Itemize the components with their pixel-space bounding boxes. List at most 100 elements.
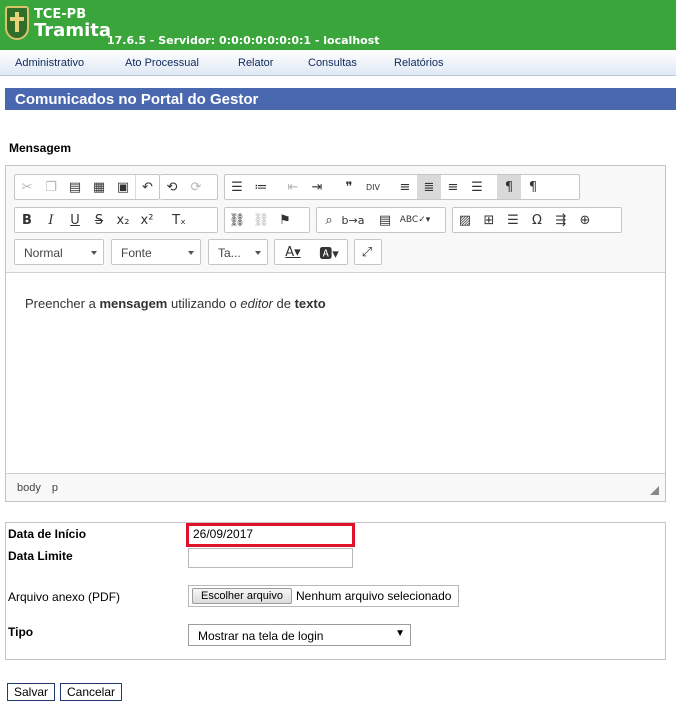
links-group: ⛓ ⛓ ⚑ bbox=[224, 207, 310, 233]
div-icon[interactable]: DIV bbox=[361, 175, 385, 199]
paste-icon[interactable]: ▤ bbox=[63, 175, 87, 199]
editing-group: ⌕ b→a ▤ ABC✓▾ bbox=[316, 207, 446, 233]
content-italic-1: editor bbox=[240, 296, 273, 311]
image-icon[interactable]: ▨ bbox=[453, 208, 477, 232]
redo-icon[interactable]: ⟳ bbox=[184, 175, 208, 199]
chevron-down-icon bbox=[91, 251, 97, 255]
start-date-label: Data de Início bbox=[8, 527, 87, 541]
main-menu: Administrativo Ato Processual Relator Co… bbox=[0, 50, 676, 76]
subscript-icon[interactable]: x₂ bbox=[111, 208, 135, 232]
menu-item-consultas[interactable]: Consultas bbox=[308, 57, 357, 69]
superscript-icon[interactable]: x² bbox=[135, 208, 159, 232]
path-item-body[interactable]: body bbox=[17, 482, 41, 494]
format-select-value: Normal bbox=[24, 246, 63, 260]
menu-item-relator[interactable]: Relator bbox=[238, 57, 273, 69]
rich-text-editor: ✂ ❐ ▤ ▦ ▣ ↶ ⟲ ⟳ ☰ ≔ ⇤ ⇥ ❞ DIV ≡ ≣ ≡ ☰ ¶ … bbox=[5, 165, 666, 502]
indent-icon[interactable]: ⇥ bbox=[305, 175, 329, 199]
limit-date-label: Data Limite bbox=[8, 549, 73, 563]
editor-toolbar: ✂ ❐ ▤ ▦ ▣ ↶ ⟲ ⟳ ☰ ≔ ⇤ ⇥ ❞ DIV ≡ ≣ ≡ ☰ ¶ … bbox=[6, 166, 665, 273]
element-path-bar: body p bbox=[17, 482, 66, 494]
maximize-icon[interactable]: ⤢ bbox=[355, 240, 379, 264]
cut-icon[interactable]: ✂ bbox=[15, 175, 39, 199]
message-section-label: Mensagem bbox=[9, 141, 72, 155]
paste-text-icon[interactable]: ▦ bbox=[87, 175, 111, 199]
dropdown-arrow-icon: ▼ bbox=[395, 628, 405, 639]
background-color-icon[interactable]: 🅰▾ bbox=[311, 240, 347, 264]
chevron-down-icon bbox=[255, 251, 261, 255]
menu-item-administrativo[interactable]: Administrativo bbox=[15, 57, 84, 69]
editor-content-area[interactable]: Preencher a mensagem utilizando o editor… bbox=[6, 273, 665, 474]
resize-handle-icon[interactable] bbox=[650, 486, 659, 495]
paragraph-group: ☰ ≔ ⇤ ⇥ ❞ DIV ≡ ≣ ≡ ☰ ¶ ¶ bbox=[224, 174, 580, 200]
numbered-list-icon[interactable]: ☰ bbox=[225, 175, 249, 199]
file-input: Escolher arquivo Nenhum arquivo selecion… bbox=[188, 585, 459, 607]
strikethrough-icon[interactable]: S bbox=[87, 208, 111, 232]
select-all-icon[interactable]: ▤ bbox=[373, 208, 397, 232]
italic-icon[interactable]: I bbox=[39, 208, 63, 232]
clipboard-group: ✂ ❐ ▤ ▦ ▣ ↶ bbox=[14, 174, 160, 200]
copy-icon[interactable]: ❐ bbox=[39, 175, 63, 199]
outdent-icon[interactable]: ⇤ bbox=[281, 175, 305, 199]
rtl-icon[interactable]: ¶ bbox=[521, 175, 545, 199]
content-text-3: de bbox=[272, 296, 295, 311]
menu-item-ato-processual[interactable]: Ato Processual bbox=[125, 57, 199, 69]
basic-styles-group: B I U S x₂ x² Tₓ bbox=[14, 207, 218, 233]
remove-format-icon[interactable]: Tₓ bbox=[167, 208, 191, 232]
content-text-1: Preencher a bbox=[25, 296, 100, 311]
ltr-icon[interactable]: ¶ bbox=[497, 175, 521, 199]
type-select[interactable]: Mostrar na tela de login ▼ bbox=[188, 624, 411, 646]
path-item-p[interactable]: p bbox=[52, 482, 58, 494]
iframe-globe-icon[interactable]: ⊕ bbox=[573, 208, 597, 232]
paste-word-icon[interactable]: ▣ bbox=[111, 175, 135, 199]
page-break-icon[interactable]: ⇶ bbox=[549, 208, 573, 232]
undo-icon[interactable]: ↶ bbox=[135, 175, 159, 199]
blockquote-icon[interactable]: ❞ bbox=[337, 175, 361, 199]
special-char-icon[interactable]: Ω bbox=[525, 208, 549, 232]
replace-icon[interactable]: b→a bbox=[341, 208, 365, 232]
underline-icon[interactable]: U bbox=[63, 208, 87, 232]
content-text-2: utilizando o bbox=[167, 296, 241, 311]
format-select[interactable]: Normal bbox=[14, 239, 104, 265]
find-icon[interactable]: ⌕ bbox=[317, 208, 341, 232]
justify-icon[interactable]: ☰ bbox=[465, 175, 489, 199]
text-color-icon[interactable]: A▾ bbox=[275, 240, 311, 264]
version-info: 17.6.5 - Servidor: 0:0:0:0:0:0:0:1 - loc… bbox=[107, 34, 380, 47]
font-select-value: Fonte bbox=[121, 246, 152, 260]
content-bold-2: texto bbox=[294, 296, 326, 311]
insert-group: ▨ ⊞ ☰ Ω ⇶ ⊕ bbox=[452, 207, 622, 233]
link-icon[interactable]: ⛓ bbox=[225, 208, 249, 232]
bold-icon[interactable]: B bbox=[15, 208, 39, 232]
tce-logo-icon bbox=[5, 6, 29, 40]
message-form: Data de Início 26/09/2017 Data Limite Ar… bbox=[5, 522, 666, 660]
type-label: Tipo bbox=[8, 625, 34, 639]
menu-item-relatorios[interactable]: Relatórios bbox=[394, 57, 444, 69]
bulleted-list-icon[interactable]: ≔ bbox=[249, 175, 273, 199]
type-select-value: Mostrar na tela de login bbox=[198, 629, 324, 643]
chevron-down-icon bbox=[188, 251, 194, 255]
start-date-input[interactable]: 26/09/2017 bbox=[186, 523, 355, 547]
anchor-flag-icon[interactable]: ⚑ bbox=[273, 208, 297, 232]
maximize-group: ⤢ bbox=[354, 239, 382, 265]
undo-icon[interactable]: ⟲ bbox=[160, 175, 184, 199]
brand-main: Tramita bbox=[34, 20, 112, 41]
unlink-icon[interactable]: ⛓ bbox=[249, 208, 273, 232]
file-status: Nenhum arquivo selecionado bbox=[296, 589, 452, 603]
align-right-icon[interactable]: ≡ bbox=[441, 175, 465, 199]
attachment-label: Arquivo anexo (PDF) bbox=[8, 590, 121, 604]
content-bold-1: mensagem bbox=[99, 296, 168, 311]
cancel-button[interactable]: Cancelar bbox=[60, 683, 122, 701]
align-left-icon[interactable]: ≡ bbox=[393, 175, 417, 199]
page-title: Comunicados no Portal do Gestor bbox=[15, 91, 259, 108]
colors-group: A▾ 🅰▾ bbox=[274, 239, 348, 265]
spellcheck-icon[interactable]: ABC✓▾ bbox=[397, 208, 433, 232]
font-select[interactable]: Fonte bbox=[111, 239, 201, 265]
table-icon[interactable]: ⊞ bbox=[477, 208, 501, 232]
history-group: ⟲ ⟳ bbox=[160, 174, 218, 200]
size-select[interactable]: Ta... bbox=[208, 239, 268, 265]
align-center-icon[interactable]: ≣ bbox=[417, 175, 441, 199]
save-button[interactable]: Salvar bbox=[7, 683, 55, 701]
limit-date-input[interactable] bbox=[188, 548, 353, 568]
editor-paragraph: Preencher a mensagem utilizando o editor… bbox=[25, 296, 326, 311]
choose-file-button[interactable]: Escolher arquivo bbox=[192, 588, 292, 604]
horizontal-line-icon[interactable]: ☰ bbox=[501, 208, 525, 232]
